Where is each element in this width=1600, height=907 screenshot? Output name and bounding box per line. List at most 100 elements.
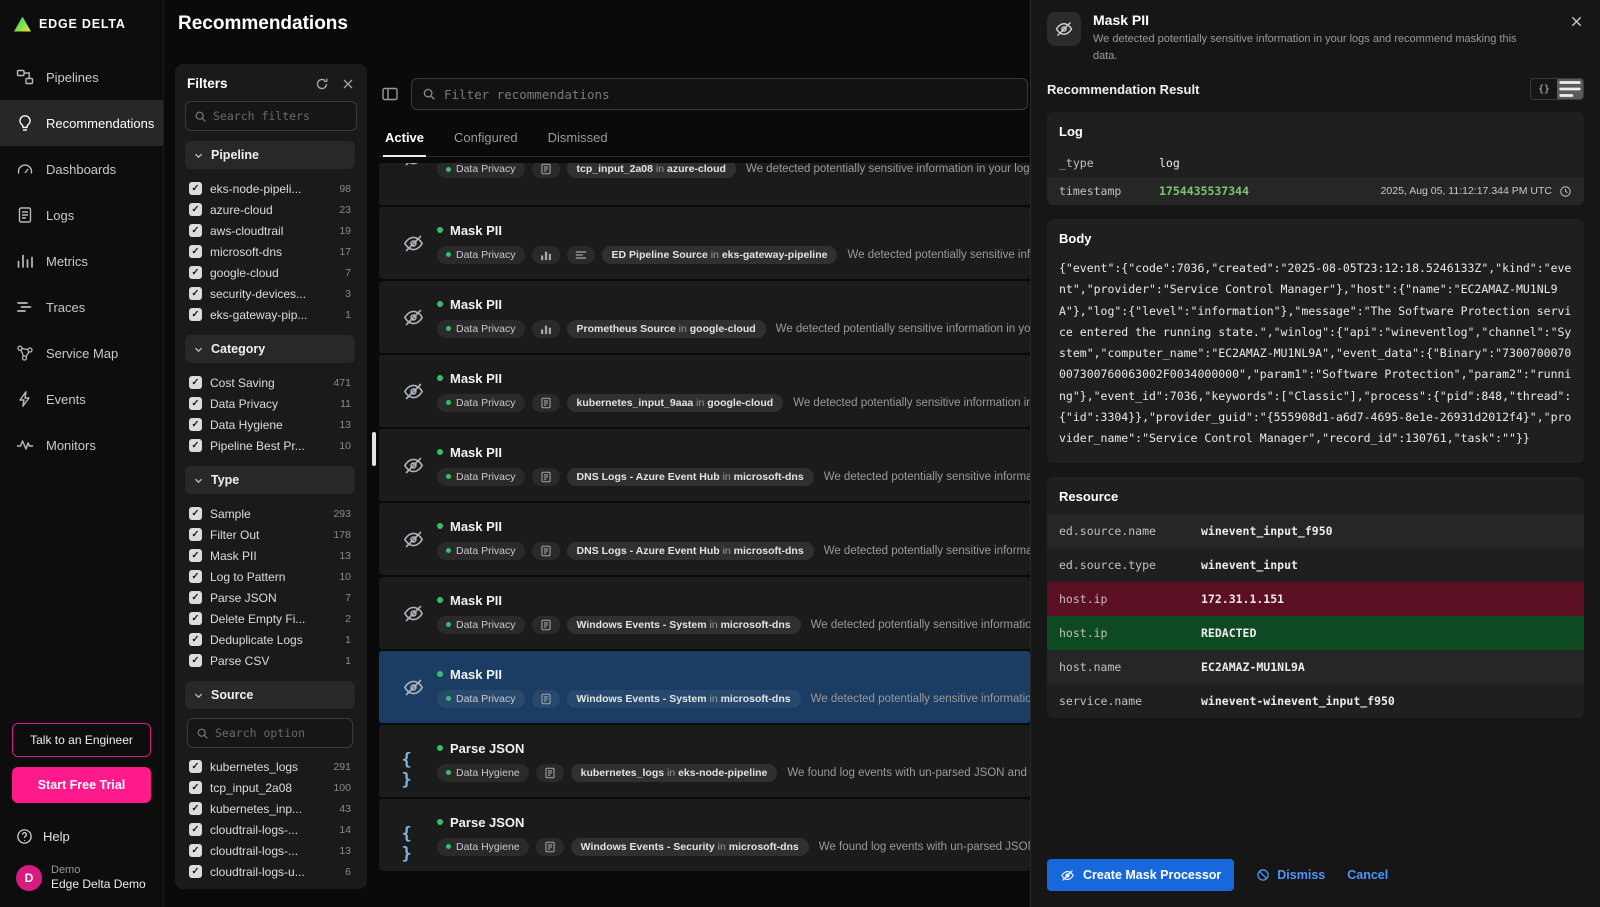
- checkbox-checked[interactable]: ✓: [189, 266, 202, 279]
- sidebar-item-traces[interactable]: Traces: [0, 284, 163, 330]
- filter-item-kubernetes-inp[interactable]: ✓kubernetes_inp...43: [185, 798, 355, 819]
- sidebar-item-dashboards[interactable]: Dashboards: [0, 146, 163, 192]
- checkbox-checked[interactable]: ✓: [189, 633, 202, 646]
- sidebar-item-pipelines[interactable]: Pipelines: [0, 54, 163, 100]
- recommendation-row[interactable]: { }Parse JSONData HygieneWindows Events …: [379, 799, 1030, 871]
- checkbox-checked[interactable]: ✓: [189, 224, 202, 237]
- talk-to-engineer-button[interactable]: Talk to an Engineer: [12, 723, 151, 757]
- checkbox-checked[interactable]: ✓: [189, 245, 202, 258]
- filter-item-eks-gateway-pip[interactable]: ✓eks-gateway-pip...1: [185, 304, 355, 325]
- source-type-chip[interactable]: [536, 838, 564, 856]
- filter-item-cloudtrail-logs-u[interactable]: ✓cloudtrail-logs-u...6: [185, 882, 355, 883]
- source-tag[interactable]: DNS Logs - Azure Event Hub in microsoft-…: [567, 542, 814, 560]
- source-type-chip[interactable]: [567, 246, 595, 264]
- source-type-chip[interactable]: [532, 163, 560, 178]
- filter-item-filter-out[interactable]: ✓Filter Out178: [185, 524, 355, 545]
- json-view-toggle[interactable]: {}: [1531, 79, 1557, 99]
- recommendation-row[interactable]: Mask PIIData Privacykubernetes_input_9aa…: [379, 355, 1030, 427]
- tab-dismissed[interactable]: Dismissed: [546, 126, 610, 156]
- tab-configured[interactable]: Configured: [452, 126, 520, 156]
- checkbox-checked[interactable]: ✓: [189, 203, 202, 216]
- source-type-chip[interactable]: [532, 468, 560, 486]
- checkbox-checked[interactable]: ✓: [189, 397, 202, 410]
- filter-section-source[interactable]: Source: [185, 681, 355, 709]
- filter-item-cloudtrail-logs-u[interactable]: ✓cloudtrail-logs-u...6: [185, 861, 355, 882]
- source-tag[interactable]: Windows Events - Security in microsoft-d…: [571, 838, 809, 856]
- source-tag[interactable]: DNS Logs - Azure Event Hub in microsoft-…: [567, 468, 814, 486]
- filter-item-parse-json[interactable]: ✓Parse JSON7: [185, 587, 355, 608]
- filter-item-cloudtrail-logs[interactable]: ✓cloudtrail-logs-...14: [185, 819, 355, 840]
- recommendation-row[interactable]: Mask PIIData PrivacyDNS Logs - Azure Eve…: [379, 429, 1030, 501]
- checkbox-checked[interactable]: ✓: [189, 865, 202, 878]
- source-type-chip[interactable]: [532, 246, 560, 264]
- checkbox-checked[interactable]: ✓: [189, 844, 202, 857]
- recommendations-search[interactable]: [411, 78, 1028, 110]
- source-tag[interactable]: Windows Events - System in microsoft-dns: [567, 690, 801, 708]
- source-type-chip[interactable]: [532, 616, 560, 634]
- source-tag[interactable]: ED Pipeline Source in eks-gateway-pipeli…: [602, 246, 838, 264]
- source-search[interactable]: [187, 718, 353, 748]
- sidebar-item-service-map[interactable]: Service Map: [0, 330, 163, 376]
- source-tag[interactable]: tcp_input_2a08 in azure-cloud: [567, 163, 736, 178]
- filter-item-log-to-pattern[interactable]: ✓Log to Pattern10: [185, 566, 355, 587]
- create-mask-processor-button[interactable]: Create Mask Processor: [1047, 859, 1234, 891]
- filter-item-cloudtrail-logs[interactable]: ✓cloudtrail-logs-...13: [185, 840, 355, 861]
- brand-logo[interactable]: EDGE DELTA: [0, 0, 163, 48]
- recommendation-row[interactable]: Mask PIIData PrivacyDNS Logs - Azure Eve…: [379, 503, 1030, 575]
- filter-item-eks-node-pipeli[interactable]: ✓eks-node-pipeli...98: [185, 178, 355, 199]
- checkbox-checked[interactable]: ✓: [189, 760, 202, 773]
- close-panel-icon[interactable]: [1569, 14, 1584, 29]
- recommendation-row[interactable]: Mask PIIData PrivacyED Pipeline Source i…: [379, 207, 1030, 279]
- checkbox-checked[interactable]: ✓: [189, 418, 202, 431]
- checkbox-checked[interactable]: ✓: [189, 654, 202, 667]
- filter-item-cost-saving[interactable]: ✓Cost Saving471: [185, 372, 355, 393]
- list-scrollbar-thumb[interactable]: [372, 432, 376, 466]
- filter-item-mask-pii[interactable]: ✓Mask PII13: [185, 545, 355, 566]
- filters-search-input[interactable]: [213, 109, 348, 123]
- filter-item-sample[interactable]: ✓Sample293: [185, 503, 355, 524]
- sidebar-item-recommendations[interactable]: Recommendations: [0, 100, 163, 146]
- source-tag[interactable]: kubernetes_input_9aaa in google-cloud: [567, 394, 784, 412]
- help-link[interactable]: Help: [12, 817, 151, 855]
- close-filters-icon[interactable]: [341, 77, 355, 91]
- filter-item-deduplicate-logs[interactable]: ✓Deduplicate Logs1: [185, 629, 355, 650]
- recommendations-search-input[interactable]: [444, 87, 1017, 102]
- checkbox-checked[interactable]: ✓: [189, 549, 202, 562]
- source-tag[interactable]: Prometheus Source in google-cloud: [567, 320, 766, 338]
- checkbox-checked[interactable]: ✓: [189, 528, 202, 541]
- source-search-input[interactable]: [215, 726, 344, 740]
- filter-item-kubernetes-logs[interactable]: ✓kubernetes_logs291: [185, 756, 355, 777]
- checkbox-checked[interactable]: ✓: [189, 591, 202, 604]
- source-type-chip[interactable]: [536, 764, 564, 782]
- checkbox-checked[interactable]: ✓: [189, 823, 202, 836]
- checkbox-checked[interactable]: ✓: [189, 507, 202, 520]
- filter-item-pipeline-best-pr[interactable]: ✓Pipeline Best Pr...10: [185, 435, 355, 456]
- filter-item-aws-cloudtrail[interactable]: ✓aws-cloudtrail19: [185, 220, 355, 241]
- filter-item-google-cloud[interactable]: ✓google-cloud7: [185, 262, 355, 283]
- checkbox-checked[interactable]: ✓: [189, 376, 202, 389]
- checkbox-checked[interactable]: ✓: [189, 439, 202, 452]
- checkbox-checked[interactable]: ✓: [189, 802, 202, 815]
- collapse-filters-button[interactable]: [381, 85, 399, 103]
- filter-section-type[interactable]: Type: [185, 466, 355, 494]
- start-free-trial-button[interactable]: Start Free Trial: [12, 767, 151, 803]
- user-account[interactable]: D Demo Edge Delta Demo: [12, 855, 151, 899]
- filter-item-azure-cloud[interactable]: ✓azure-cloud23: [185, 199, 355, 220]
- checkbox-checked[interactable]: ✓: [189, 308, 202, 321]
- sidebar-item-events[interactable]: Events: [0, 376, 163, 422]
- recommendation-row[interactable]: { }Parse JSONData Hygienekubernetes_logs…: [379, 725, 1030, 797]
- source-type-chip[interactable]: [532, 394, 560, 412]
- source-type-chip[interactable]: [532, 320, 560, 338]
- recommendation-row[interactable]: Mask PIIData PrivacyPrometheus Source in…: [379, 281, 1030, 353]
- filter-item-security-devices[interactable]: ✓security-devices...3: [185, 283, 355, 304]
- source-type-chip[interactable]: [532, 542, 560, 560]
- filter-item-parse-csv[interactable]: ✓Parse CSV1: [185, 650, 355, 671]
- checkbox-checked[interactable]: ✓: [189, 287, 202, 300]
- sidebar-item-monitors[interactable]: Monitors: [0, 422, 163, 468]
- filters-search[interactable]: [185, 101, 357, 131]
- reset-filters-icon[interactable]: [315, 77, 329, 91]
- checkbox-checked[interactable]: ✓: [189, 781, 202, 794]
- filters-list[interactable]: Pipeline✓eks-node-pipeli...98✓azure-clou…: [185, 137, 357, 883]
- recommendation-row[interactable]: Mask PIIData PrivacyWindows Events - Sys…: [379, 577, 1030, 649]
- source-type-chip[interactable]: [532, 690, 560, 708]
